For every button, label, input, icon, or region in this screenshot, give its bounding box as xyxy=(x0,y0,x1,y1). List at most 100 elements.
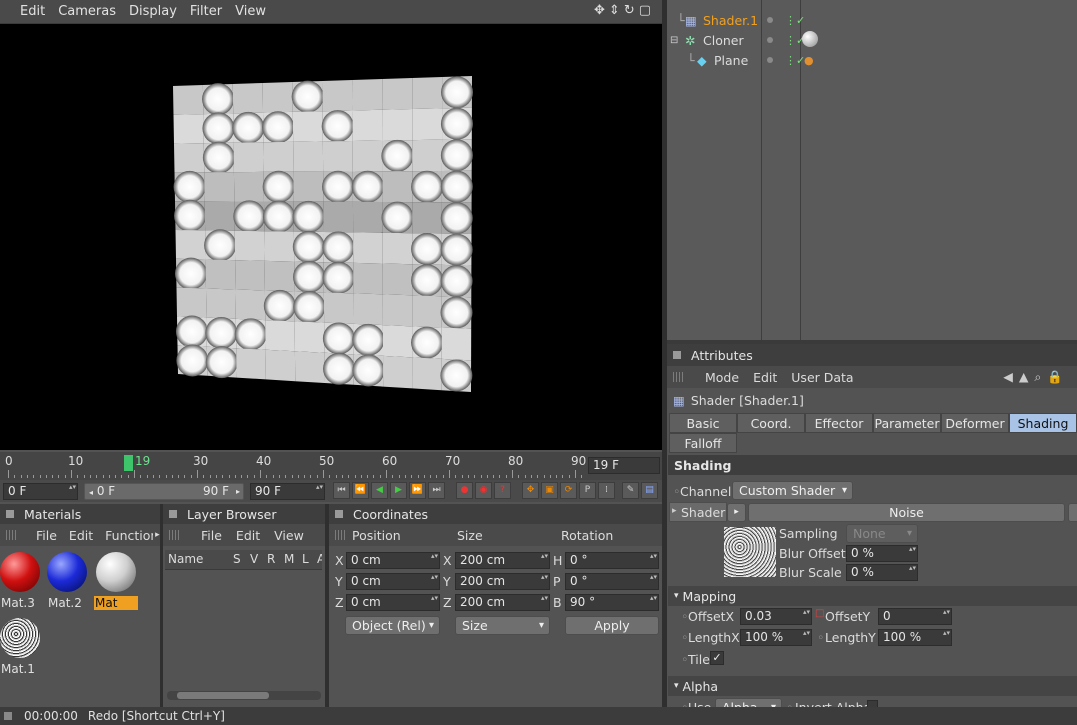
apply-button[interactable]: Apply xyxy=(565,616,659,635)
material-mat-label[interactable]: Mat xyxy=(94,596,138,610)
range-slider[interactable]: ◂ 0 F 90 F ▸ xyxy=(84,483,244,500)
cloned-tile xyxy=(352,79,383,111)
mat-menu-function[interactable]: Function xyxy=(105,528,153,543)
size-z-field[interactable]: 200 cm xyxy=(455,594,550,611)
timeline-ruler[interactable]: 0 10 19 30 40 50 60 70 80 90 xyxy=(0,452,662,480)
material-mat1-label[interactable]: Mat.1 xyxy=(0,662,40,676)
start-frame-field[interactable]: 0 F xyxy=(3,483,78,500)
material-mat3-label[interactable]: Mat.3 xyxy=(0,596,40,610)
layer-menu-edit[interactable]: Edit xyxy=(236,528,260,543)
shader-menu-arrow[interactable]: ▸ xyxy=(727,503,746,522)
record-button[interactable]: ● xyxy=(456,482,473,499)
tab-coord[interactable]: Coord. xyxy=(737,413,805,433)
attr-nav-icons[interactable]: ◀▲⌕🔒 xyxy=(1003,369,1069,385)
object-name-plane[interactable]: Plane xyxy=(714,53,748,68)
mat-menu-edit[interactable]: Edit xyxy=(69,528,93,543)
offsety-field[interactable]: 0 xyxy=(878,608,952,625)
tab-shading[interactable]: Shading xyxy=(1009,413,1077,433)
layer-hscrollbar[interactable] xyxy=(167,691,321,700)
lengthx-field[interactable]: 100 % xyxy=(740,629,812,646)
menu-filter[interactable]: Filter xyxy=(190,4,222,19)
autokey-button[interactable]: ◉ xyxy=(475,482,492,499)
current-frame-field[interactable]: 19 F xyxy=(588,457,660,474)
3d-viewport[interactable] xyxy=(0,24,662,450)
move-view-icon[interactable]: ✥ xyxy=(594,3,605,18)
material-mat1-preview[interactable] xyxy=(0,618,40,658)
attr-menu-userdata[interactable]: User Data xyxy=(791,370,853,385)
layer-col-name[interactable]: Name xyxy=(168,552,203,566)
object-row-shader[interactable]: └ ▦ Shader.1 ⋮✓ xyxy=(667,10,1077,30)
tab-parameter[interactable]: Parameter xyxy=(873,413,941,433)
coord-mode-dropdown[interactable]: Object (Rel) xyxy=(345,616,440,635)
layer-col-r[interactable]: R xyxy=(267,552,275,566)
timeline-tick xyxy=(474,475,476,478)
zoom-view-icon[interactable]: ⇕ xyxy=(609,3,620,18)
end-frame-field[interactable]: 90 F xyxy=(250,483,325,500)
play-forward-button[interactable]: ▶ xyxy=(390,482,407,499)
key-parameter-button[interactable]: P xyxy=(579,482,596,499)
play-backward-button[interactable]: ◀ xyxy=(371,482,388,499)
size-x-field[interactable]: 200 cm xyxy=(455,552,550,569)
timeline-playhead[interactable] xyxy=(124,455,133,471)
menu-edit[interactable]: Edit xyxy=(20,4,45,19)
material-mat-preview[interactable] xyxy=(96,552,136,592)
menu-cameras[interactable]: Cameras xyxy=(58,4,116,19)
shader-extra-button[interactable] xyxy=(1068,503,1077,522)
blur-scale-field[interactable]: 0 % xyxy=(846,564,918,581)
layer-menu-file[interactable]: File xyxy=(201,528,222,543)
key-rotation-button[interactable]: ⟳ xyxy=(560,482,577,499)
object-row-plane[interactable]: └ ◆ Plane ⋮✓ ● xyxy=(667,50,1077,70)
shader-tag-icon[interactable]: ● xyxy=(804,54,814,67)
menu-display[interactable]: Display xyxy=(129,4,177,19)
position-z-field[interactable]: 0 cm xyxy=(346,594,440,611)
scheme-button[interactable]: ✎ xyxy=(622,482,639,499)
layer-col-m[interactable]: M xyxy=(284,552,294,566)
keyframe-selection-button[interactable]: ? xyxy=(494,482,511,499)
channel-dropdown[interactable]: Custom Shader xyxy=(732,481,853,500)
layer-menu-view[interactable]: View xyxy=(274,528,304,543)
layer-col-l[interactable]: L xyxy=(302,552,309,566)
rotate-view-icon[interactable]: ↻ xyxy=(624,3,635,18)
shader-noise-button[interactable]: Noise xyxy=(748,503,1065,522)
object-row-cloner[interactable]: ⊟ ✲ Cloner ⋮✓ xyxy=(667,30,1077,50)
goto-end-button[interactable]: ⏭ xyxy=(428,482,445,499)
material-tag-icon[interactable] xyxy=(802,31,818,47)
goto-start-button[interactable]: ⏮ xyxy=(333,482,350,499)
rotation-h-field[interactable]: 0 ° xyxy=(565,552,659,569)
next-key-button[interactable]: ⏩ xyxy=(409,482,426,499)
position-y-field[interactable]: 0 cm xyxy=(346,573,440,590)
rotation-b-field[interactable]: 90 ° xyxy=(565,594,659,611)
size-mode-dropdown[interactable]: Size xyxy=(455,616,550,635)
tab-effector[interactable]: Effector xyxy=(805,413,873,433)
material-mat3-preview[interactable] xyxy=(0,552,40,592)
menu-view[interactable]: View xyxy=(235,4,266,19)
maximize-view-icon[interactable]: ▢ xyxy=(639,3,651,18)
offsetx-field[interactable]: 0.03 xyxy=(740,608,812,625)
layer-col-s[interactable]: S xyxy=(233,552,241,566)
material-mat2-label[interactable]: Mat.2 xyxy=(47,596,87,610)
key-pla-button[interactable]: ⁞ xyxy=(598,482,615,499)
tab-falloff[interactable]: Falloff xyxy=(669,433,737,453)
alpha-section-header[interactable]: ▾ Alpha xyxy=(668,676,1077,696)
key-position-button[interactable]: ✥ xyxy=(522,482,539,499)
tile-checkbox[interactable]: ✓ xyxy=(710,651,724,665)
tab-deformer[interactable]: Deformer xyxy=(941,413,1009,433)
layer-col-a[interactable]: A xyxy=(317,552,322,566)
rotation-p-field[interactable]: 0 ° xyxy=(565,573,659,590)
material-mat2-preview[interactable] xyxy=(47,552,87,592)
mat-menu-file[interactable]: File xyxy=(36,528,57,543)
prev-key-button[interactable]: ⏪ xyxy=(352,482,369,499)
size-y-field[interactable]: 200 cm xyxy=(455,573,550,590)
attr-menu-mode[interactable]: Mode xyxy=(705,370,739,385)
timeline-window-button[interactable]: ▤ xyxy=(641,482,658,499)
attr-menu-edit[interactable]: Edit xyxy=(753,370,777,385)
position-x-field[interactable]: 0 cm xyxy=(346,552,440,569)
object-name-cloner[interactable]: Cloner xyxy=(703,33,744,48)
blur-offset-field[interactable]: 0 % xyxy=(846,545,918,562)
object-name-shader[interactable]: Shader.1 xyxy=(703,13,758,28)
layer-col-v[interactable]: V xyxy=(250,552,258,566)
tab-basic[interactable]: Basic xyxy=(669,413,737,433)
lengthy-field[interactable]: 100 % xyxy=(878,629,952,646)
mapping-section-header[interactable]: ▾ Mapping xyxy=(668,586,1077,606)
key-scale-button[interactable]: ▣ xyxy=(541,482,558,499)
